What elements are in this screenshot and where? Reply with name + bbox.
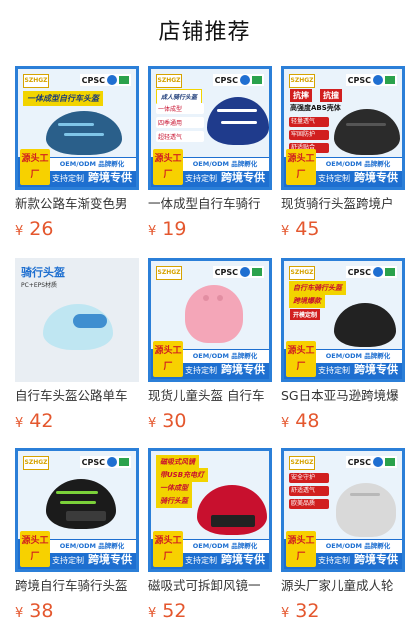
product-price: ¥19	[148, 218, 187, 240]
product-price: ¥52	[148, 600, 187, 622]
brand-logo: SZHGZ	[289, 74, 315, 88]
helmet-image	[334, 303, 396, 347]
feature-tags: 一体成型 四季通用 超轻透气	[156, 103, 204, 145]
brand-logo: SZHGZ	[23, 456, 49, 470]
source-factory-badge: 源头工厂	[286, 341, 316, 377]
product-price: ¥45	[281, 218, 320, 240]
image-headline: 骑行头盔	[21, 266, 65, 279]
feature-tag: 舒适透气	[289, 486, 329, 496]
product-price: ¥30	[148, 410, 187, 432]
source-factory-badge: 源头工厂	[153, 531, 183, 567]
promo-banner: 磁吸式风镜	[156, 455, 199, 469]
product-image[interactable]: SZHGZ CPSC 成人骑行头盔 一体成型 四季通用 超轻透气 OEM/ODM…	[148, 66, 272, 190]
product-card[interactable]: SZHGZ CPSC OEM/ODM 品牌孵化 支持定制 跨境专供 源头工厂 现货…	[148, 258, 272, 435]
product-image[interactable]: SZHGZ CPSC OEM/ODM 品牌孵化 支持定制 跨境专供 源头工厂	[148, 258, 272, 382]
brand-logo: SZHGZ	[156, 266, 182, 280]
product-image[interactable]: 骑行头盔 PC+EPS材质	[15, 258, 139, 382]
custom-mold-badge: 开模定制	[290, 309, 321, 320]
product-card[interactable]: SZHGZ CPSC OEM/ODM 品牌孵化 支持定制 跨境专供 源头工厂 跨境…	[15, 448, 139, 625]
feature-tag: 欧美品质	[289, 499, 329, 509]
source-factory-badge: 源头工厂	[286, 531, 316, 567]
product-title[interactable]: 新款公路车渐变色男	[15, 196, 139, 212]
product-image[interactable]: SZHGZ CPSC 抗摔 抗撞 高强度ABS壳体 轻量透气 牢固防护 舒适贴合…	[281, 66, 405, 190]
product-image[interactable]: 磁吸式风镜 带USB充电灯 一体成型 骑行头盔 OEM/ODM 品牌孵化 支持定…	[148, 448, 272, 572]
section-title: 店铺推荐	[158, 20, 251, 45]
helmet-image	[46, 111, 122, 155]
drop-proof-badge: 抗摔	[290, 89, 312, 102]
impact-proof-badge: 抗撞	[320, 89, 342, 102]
certification-badges: CPSC	[345, 266, 397, 278]
product-card[interactable]: SZHGZ CPSC 成人骑行头盔 一体成型 四季通用 超轻透气 OEM/ODM…	[148, 66, 272, 243]
promo-banner: 成人骑行头盔	[156, 89, 203, 104]
product-price: ¥26	[15, 218, 54, 240]
certification-badges: CPSC	[79, 456, 131, 468]
helmet-image	[197, 485, 267, 535]
product-image[interactable]: SZHGZ CPSC 一体成型自行车头盔 OEM/ODM 品牌孵化 支持定制 跨境…	[15, 66, 139, 190]
source-factory-badge: 源头工厂	[20, 149, 50, 185]
product-title[interactable]: 现货骑行头盔跨境户	[281, 196, 405, 212]
product-price: ¥32	[281, 600, 320, 622]
product-price: ¥48	[281, 410, 320, 432]
brand-logo: SZHGZ	[23, 74, 49, 88]
certification-badges: CPSC	[212, 266, 264, 278]
product-price: ¥42	[15, 410, 54, 432]
helmet-image	[43, 304, 113, 350]
promo-banner: 自行车骑行头盔	[289, 281, 346, 295]
helmet-image	[46, 479, 116, 529]
product-image[interactable]: SZHGZ CPSC 安全守护 舒适透气 欧美品质 OEM/ODM 品牌孵化 支…	[281, 448, 405, 572]
product-image[interactable]: SZHGZ CPSC OEM/ODM 品牌孵化 支持定制 跨境专供 源头工厂	[15, 448, 139, 572]
promo-subbanner: 跨境爆款	[289, 294, 325, 308]
product-title[interactable]: 源头厂家儿童成人轮	[281, 578, 405, 594]
product-image[interactable]: SZHGZ CPSC 自行车骑行头盔 跨境爆款 开模定制 OEM/ODM 品牌孵…	[281, 258, 405, 382]
product-card[interactable]: SZHGZ CPSC 安全守护 舒适透气 欧美品质 OEM/ODM 品牌孵化 支…	[281, 448, 405, 625]
product-card[interactable]: SZHGZ CPSC 抗摔 抗撞 高强度ABS壳体 轻量透气 牢固防护 舒适贴合…	[281, 66, 405, 243]
certification-badges: CPSC	[79, 74, 131, 86]
helmet-image	[207, 97, 269, 145]
product-card[interactable]: SZHGZ CPSC 一体成型自行车头盔 OEM/ODM 品牌孵化 支持定制 跨境…	[15, 66, 139, 243]
material-text: PC+EPS材质	[21, 282, 58, 289]
brand-logo: SZHGZ	[289, 456, 315, 470]
product-title[interactable]: 磁吸式可拆卸风镜一	[148, 578, 272, 594]
certification-badges: CPSC	[345, 74, 397, 86]
source-factory-badge: 源头工厂	[20, 531, 50, 567]
product-card[interactable]: SZHGZ CPSC 自行车骑行头盔 跨境爆款 开模定制 OEM/ODM 品牌孵…	[281, 258, 405, 435]
helmet-image	[334, 109, 400, 155]
feature-tag: 轻量透气	[289, 117, 329, 127]
source-factory-badge: 源头工厂	[153, 341, 183, 377]
product-title[interactable]: 一体成型自行车骑行	[148, 196, 272, 212]
feature-text: 一体成型	[156, 481, 192, 495]
product-title[interactable]: SG日本亚马逊跨境爆	[281, 388, 405, 404]
brand-logo: SZHGZ	[289, 266, 315, 280]
product-title[interactable]: 自行车头盔公路单车	[15, 388, 139, 404]
product-card[interactable]: 磁吸式风镜 带USB充电灯 一体成型 骑行头盔 OEM/ODM 品牌孵化 支持定…	[148, 448, 272, 625]
product-title[interactable]: 现货儿童头盔 自行车	[148, 388, 272, 404]
brand-logo: SZHGZ	[156, 74, 182, 88]
promo-banner: 一体成型自行车头盔	[23, 91, 103, 106]
certification-badges: CPSC	[212, 74, 264, 86]
source-factory-badge: 源头工厂	[153, 149, 183, 185]
section-header: 店铺推荐	[0, 0, 409, 60]
material-text: 高强度ABS壳体	[290, 104, 341, 112]
feature-tag: 牢固防护	[289, 130, 329, 140]
product-price: ¥38	[15, 600, 54, 622]
helmet-image	[336, 483, 396, 537]
product-card[interactable]: 骑行头盔 PC+EPS材质 自行车头盔公路单车 ¥42	[15, 258, 139, 435]
feature-tag: 安全守护	[289, 473, 329, 483]
feature-text: 骑行头盔	[156, 494, 192, 508]
helmet-image	[185, 285, 243, 343]
source-factory-badge: 源头工厂	[286, 149, 316, 185]
certification-badges: CPSC	[345, 456, 397, 468]
feature-text: 带USB充电灯	[156, 468, 209, 482]
product-title[interactable]: 跨境自行车骑行头盔	[15, 578, 139, 594]
